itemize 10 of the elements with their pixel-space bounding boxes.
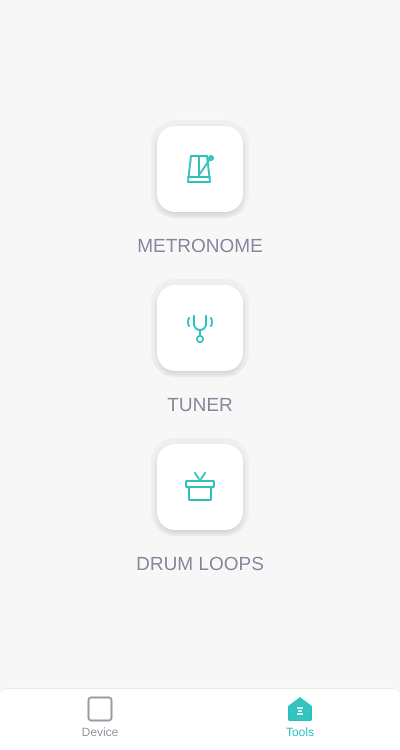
tool-button[interactable] [157, 444, 243, 530]
tool-label: DRUM LOOPS [136, 554, 264, 576]
tool-label: METRONOME [137, 236, 263, 258]
tool-button[interactable] [157, 126, 243, 212]
nav-tab[interactable]: Device [0, 689, 200, 750]
tool-label: TUNER [167, 395, 233, 417]
square-icon [87, 696, 113, 722]
tool-button[interactable] [157, 285, 243, 371]
nav-tab[interactable]: Tools [200, 689, 400, 750]
home-icon [287, 696, 313, 722]
